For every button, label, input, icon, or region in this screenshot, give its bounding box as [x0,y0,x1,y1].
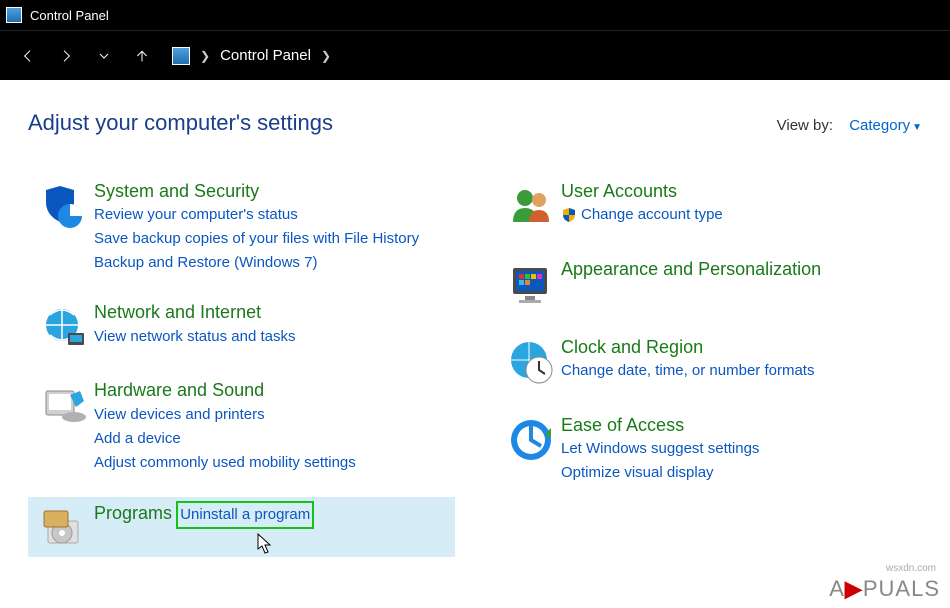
chevron-down-icon: ▼ [912,122,922,133]
sub-link[interactable]: View devices and printers [94,403,449,427]
view-by-label: View by: [777,117,833,134]
content-area: Adjust your computer's settings View by:… [0,80,950,608]
view-by-dropdown[interactable]: Category▼ [849,117,922,134]
back-button[interactable] [12,40,44,72]
category-hardware: Hardware and Sound View devices and prin… [28,375,455,478]
control-panel-icon [172,47,190,65]
category-ease-of-access: Ease of Access Let Windows suggest setti… [495,410,922,489]
watermark-small: wsxdn.com [886,563,936,574]
sub-link-uninstall[interactable]: Uninstall a program [180,506,310,523]
page-heading: Adjust your computer's settings [28,110,333,136]
category-programs: Programs Uninstall a program [28,497,455,557]
sub-link[interactable]: Adjust commonly used mobility settings [94,451,449,475]
up-button[interactable] [126,40,158,72]
category-network: Network and Internet View network status… [28,297,455,357]
address-bar[interactable]: ❯ Control Panel ❯ [172,47,331,65]
sub-link[interactable]: Optimize visual display [561,461,916,485]
breadcrumb-crumb[interactable]: Control Panel [220,47,311,64]
sub-link[interactable]: Let Windows suggest settings [561,437,916,461]
window-titlebar: Control Panel [0,0,950,30]
chevron-right-icon[interactable]: ❯ [321,49,331,63]
right-column: User Accounts Change account type Appear… [495,176,922,575]
sub-link[interactable]: Change account type [581,203,723,227]
highlight-box: Uninstall a program [176,501,314,529]
category-title[interactable]: Hardware and Sound [94,380,264,400]
user-accounts-icon [501,180,561,232]
window-title: Control Panel [30,8,109,23]
network-icon [34,301,94,353]
chevron-right-icon[interactable]: ❯ [200,49,210,63]
sub-link[interactable]: Add a device [94,427,449,451]
category-title[interactable]: Clock and Region [561,337,703,357]
sub-link[interactable]: Save backup copies of your files with Fi… [94,227,449,251]
programs-icon [34,501,94,553]
forward-button[interactable] [50,40,82,72]
category-title[interactable]: Network and Internet [94,302,261,322]
content-header: Adjust your computer's settings View by:… [28,110,922,136]
category-user-accounts: User Accounts Change account type [495,176,922,236]
uac-shield-icon [561,207,577,223]
watermark: A▶PUALS [829,576,940,602]
nav-toolbar: ❯ Control Panel ❯ [0,30,950,80]
system-security-icon [34,180,94,232]
control-panel-icon [6,7,22,23]
sub-link[interactable]: Review your computer's status [94,203,449,227]
category-title[interactable]: User Accounts [561,181,677,201]
hardware-icon [34,379,94,431]
category-title[interactable]: System and Security [94,181,259,201]
appearance-icon [501,258,561,310]
clock-region-icon [501,336,561,388]
recent-locations-dropdown[interactable] [88,40,120,72]
category-clock-region: Clock and Region Change date, time, or n… [495,332,922,392]
category-title[interactable]: Ease of Access [561,415,684,435]
sub-link[interactable]: Backup and Restore (Windows 7) [94,251,449,275]
category-appearance: Appearance and Personalization [495,254,922,314]
sub-link[interactable]: View network status and tasks [94,325,449,349]
ease-of-access-icon [501,414,561,466]
sub-link[interactable]: Change date, time, or number formats [561,359,916,383]
category-system-security: System and Security Review your computer… [28,176,455,279]
category-title[interactable]: Appearance and Personalization [561,259,821,279]
category-title[interactable]: Programs [94,503,172,523]
category-columns: System and Security Review your computer… [28,176,922,575]
left-column: System and Security Review your computer… [28,176,455,575]
view-by-control: View by: Category▼ [777,117,922,134]
